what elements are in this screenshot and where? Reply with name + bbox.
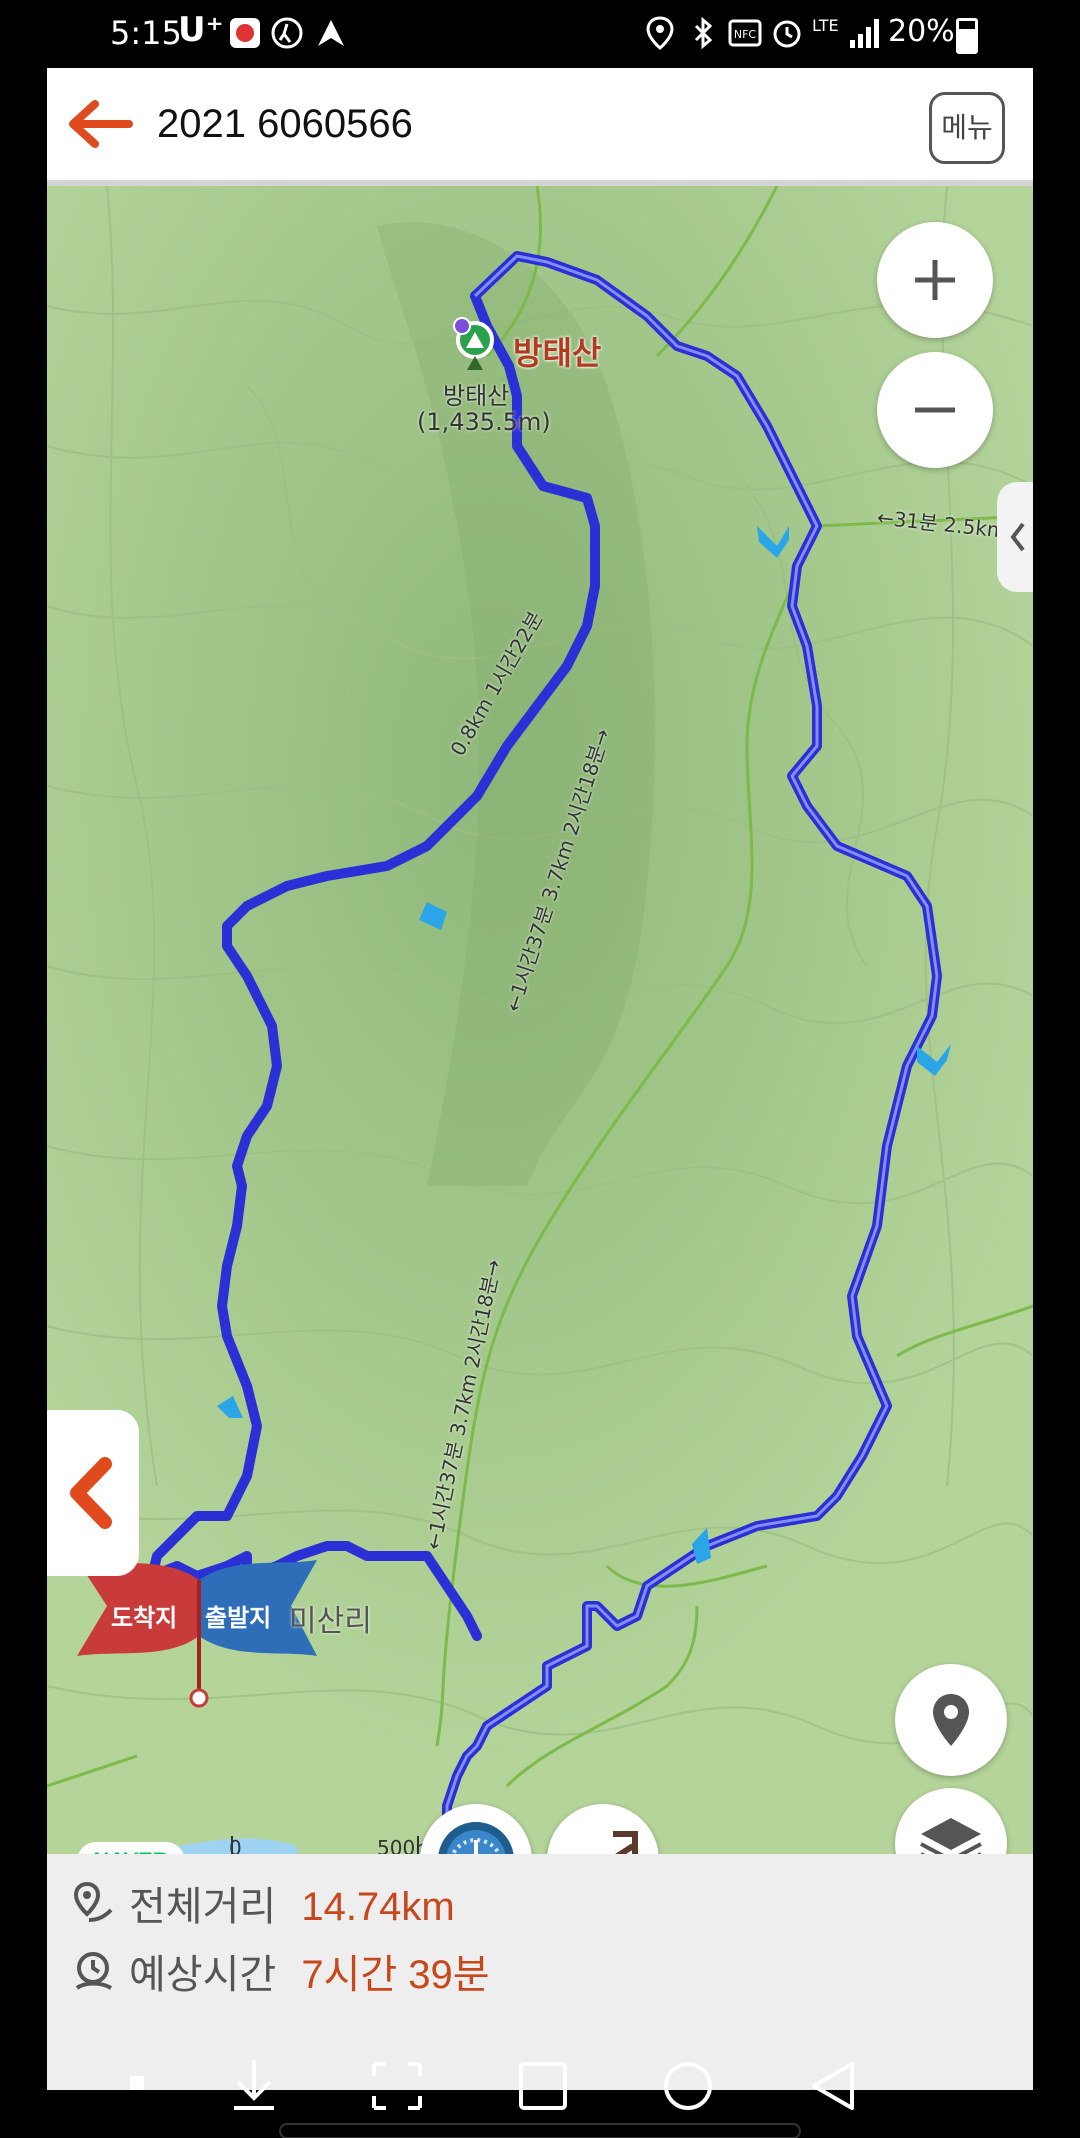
app-header: 2021 6060566 메뉴 [47,68,1033,186]
signal-icon [848,16,882,57]
status-time: 5:15 [110,14,182,52]
carrier-label: U⁺ [178,10,224,50]
menu-button[interactable]: 메뉴 [929,92,1005,164]
back-arrow-icon [69,100,133,148]
right-panel-tab[interactable] [997,482,1033,592]
chevron-left-icon [70,1457,112,1529]
bluetooth-icon [692,16,714,57]
duration-label: 예상시간 [129,1953,277,1997]
nfc-icon: NFC [728,16,762,57]
nav-bar-icons [130,2060,854,2138]
back-icon[interactable] [812,2062,854,2110]
dot-icon[interactable] [130,2076,144,2090]
navigation-icon [314,16,348,57]
chevron-left-icon [1010,522,1025,552]
map-view[interactable]: 방태산 방태산 (1,435.5m) 미산리 ←31분 2.5km ←1시간37… [47,186,1033,1916]
village-label: 미산리 [289,1604,372,1639]
download-icon[interactable] [234,2060,274,2110]
estimated-time-icon [75,1952,113,1990]
route-distance-icon [73,1881,113,1922]
zoom-in-button[interactable] [877,222,993,338]
minus-icon [915,407,955,413]
side-panel-toggle[interactable] [47,1410,139,1576]
battery-icon [956,18,978,54]
screenshot-icon[interactable] [372,2062,422,2110]
page-title: 2021 6060566 [157,102,413,146]
peak-elevation: (1,435.5m) [417,408,551,436]
plus-icon [915,260,955,300]
status-bar: 5:15 U⁺ NFC LTE 20% [0,0,1080,68]
recents-icon[interactable] [519,2062,567,2110]
battery-percent: 20% [888,14,955,49]
duration-value: 7시간 39분 [301,1953,490,1997]
location-pin-icon [933,1694,969,1746]
home-icon[interactable] [664,2062,712,2110]
location-icon [646,16,674,57]
peak-label: 방태산 [443,382,510,410]
back-button[interactable] [65,96,135,152]
lte-icon: LTE [812,16,839,35]
route-screen: 2021 6060566 메뉴 방태산 방태산 (1,435.5m) 미산리 ←… [47,68,1033,2090]
distance-value: 14.74km [301,1885,455,1929]
duration-row: 예상시간 7시간 39분 [71,1942,490,2002]
walking-icon [270,16,304,57]
departure-flag-label: 출발지 [205,1604,272,1632]
distance-row: 전체거리 14.74km [71,1874,455,1934]
zoom-out-button[interactable] [877,352,993,468]
svg-text:NFC: NFC [734,28,757,41]
my-location-button[interactable] [895,1664,1007,1776]
alarm-icon [770,16,804,57]
peak-name-label: 방태산 [513,334,602,372]
arrival-flag-label: 도착지 [111,1604,178,1632]
app-notification-icon [228,16,262,57]
distance-label: 전체거리 [129,1885,277,1929]
